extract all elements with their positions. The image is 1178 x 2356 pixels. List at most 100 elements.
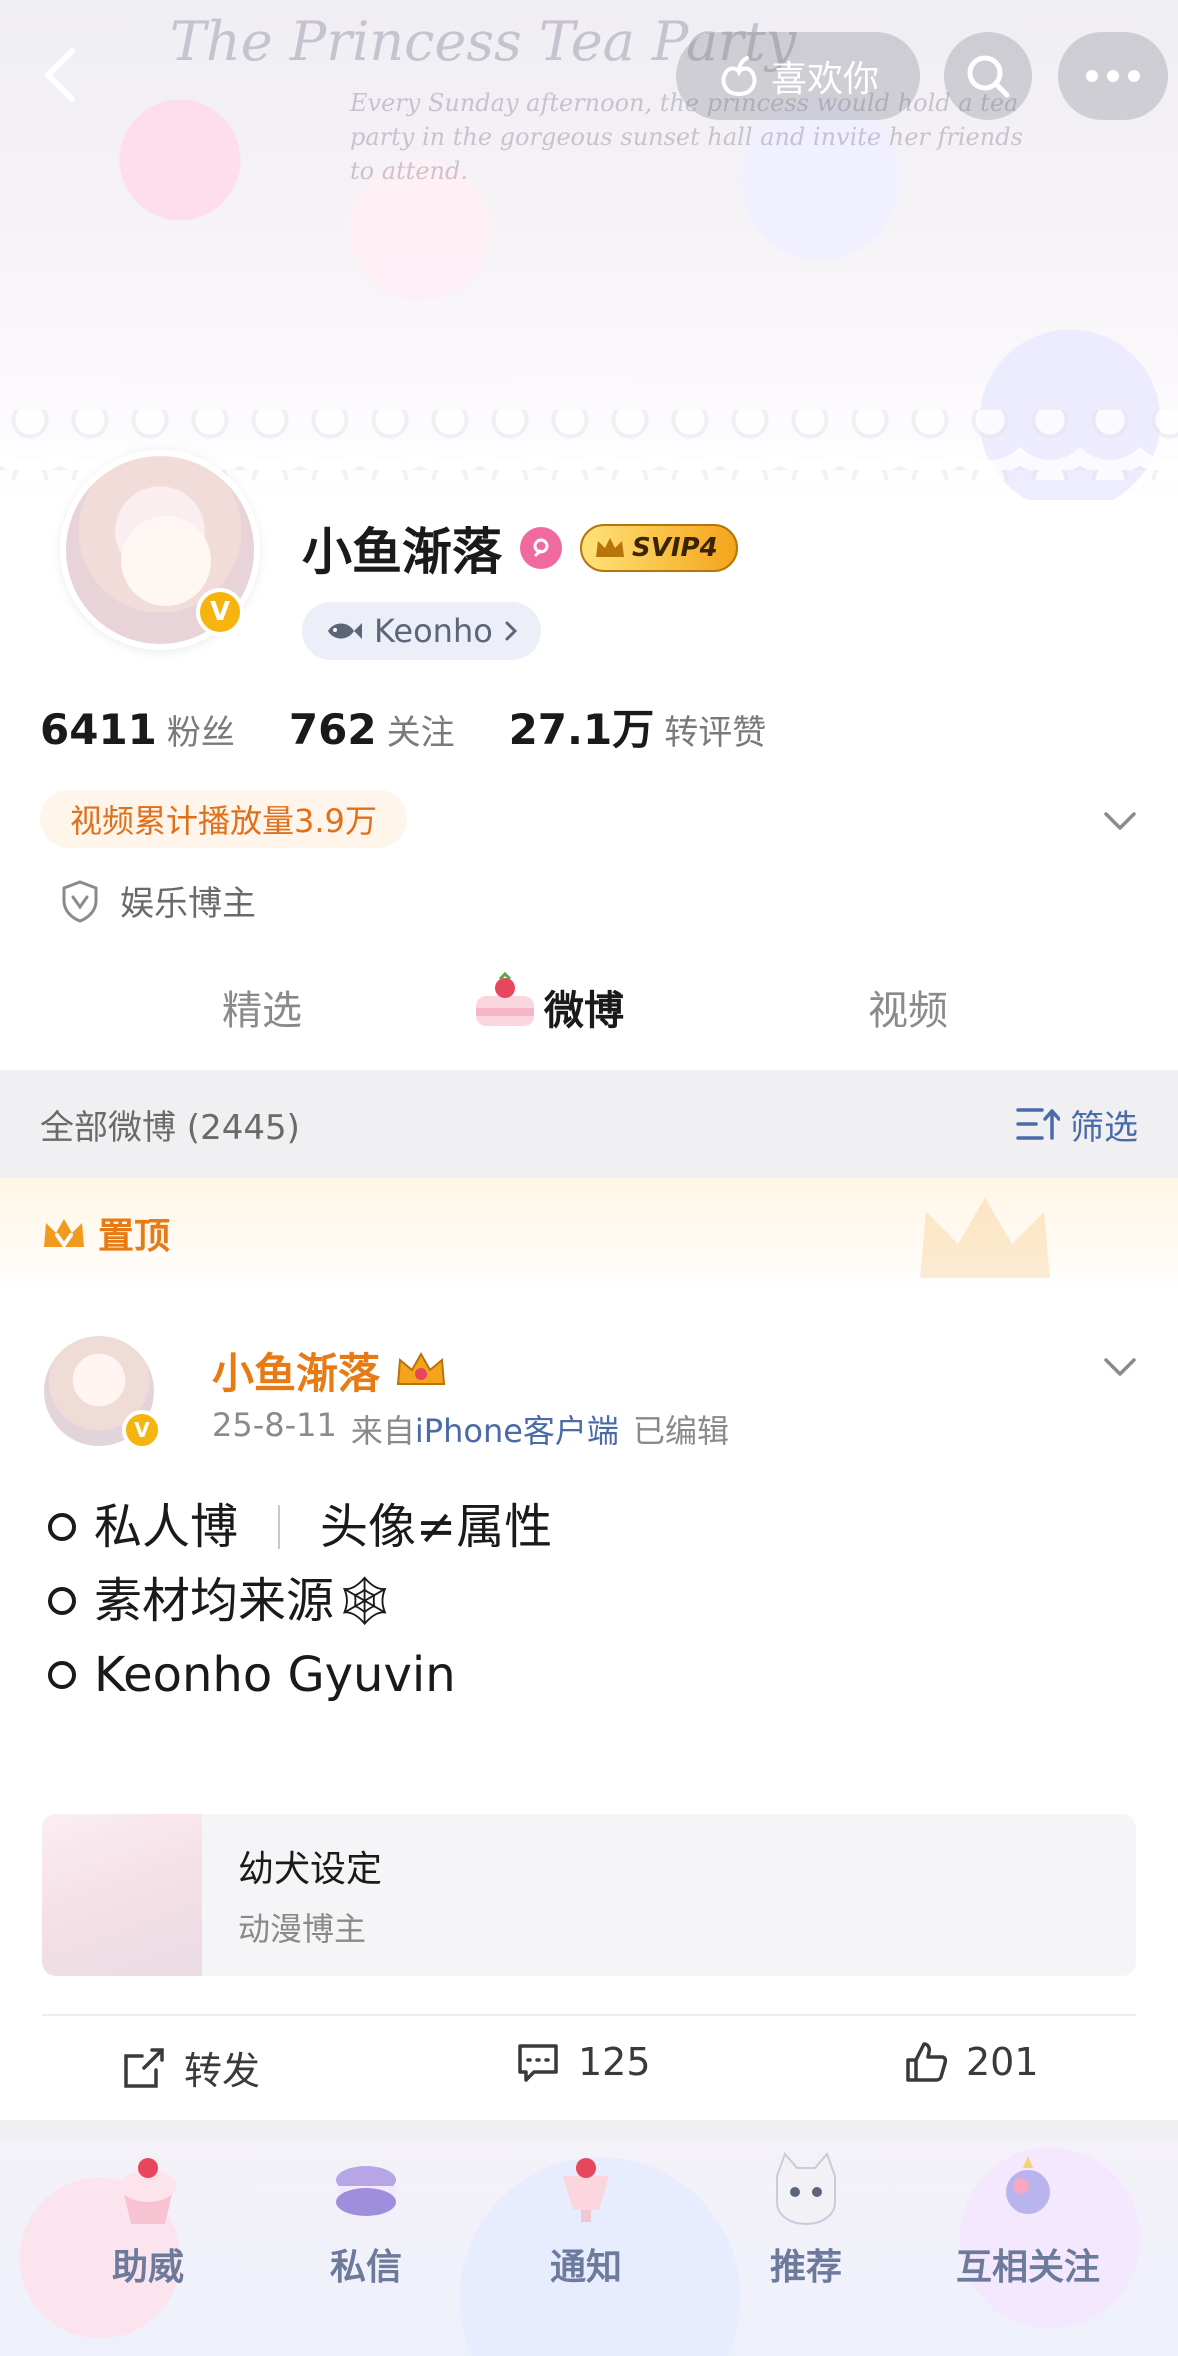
fan-tag-label: Keonho: [374, 612, 493, 650]
circle-bullet-icon: [48, 1661, 76, 1689]
nav-messages[interactable]: 私信: [266, 2146, 466, 2290]
comment-icon: [518, 2044, 558, 2082]
post-author-row: 小鱼渐落: [212, 1340, 448, 1401]
post-line: Keonho Gyuvin: [48, 1638, 552, 1712]
macaron-icon: [336, 2166, 396, 2216]
cake-icon: [476, 971, 534, 1026]
tab-featured[interactable]: 精选: [222, 978, 302, 1036]
post-body: 私人博 头像≠属性 素材均来源🕸 Keonho Gyuvin: [48, 1490, 552, 1712]
category-tag[interactable]: 娱乐博主: [60, 876, 256, 925]
nav-mutual-follow[interactable]: 互相关注: [928, 2146, 1128, 2290]
post-line-text: Keonho Gyuvin: [94, 1647, 456, 1703]
nav-label: 私信: [329, 2247, 402, 2288]
more-dots-icon: [1086, 70, 1140, 82]
verified-badge-icon: V: [196, 588, 244, 636]
card-title: 幼犬设定: [238, 1849, 383, 1890]
nav-label: 助威: [111, 2247, 184, 2288]
post-meta: 25-8-11 来自iPhone客户端 已编辑: [212, 1406, 729, 1452]
post-line-text-b: 头像≠属性: [320, 1499, 553, 1555]
profile-tabs: 精选 微博 视频: [0, 960, 1178, 1070]
post-line: 素材均来源🕸: [48, 1564, 552, 1638]
filter-label: 筛选: [1070, 1107, 1138, 1148]
fish-icon: [328, 623, 362, 639]
nav-cheer[interactable]: 助威: [48, 2146, 248, 2290]
back-button[interactable]: [30, 40, 90, 110]
card-thumbnail: [42, 1814, 202, 1976]
vip-crown-icon: [396, 1351, 446, 1385]
chevron-down-icon[interactable]: [1100, 1346, 1140, 1386]
comment-button[interactable]: 125: [516, 2040, 651, 2084]
chevron-right-icon: [505, 621, 517, 641]
circle-bullet-icon: [48, 1587, 76, 1615]
filter-icon: [1016, 1108, 1060, 1140]
stat-value: 6411: [40, 705, 157, 754]
like-button[interactable]: 201: [904, 2040, 1039, 2084]
nav-label: 互相关注: [955, 2247, 1100, 2288]
shield-icon: [62, 879, 98, 923]
chevron-down-icon[interactable]: [1100, 800, 1140, 840]
stat-label: 转评赞: [664, 713, 767, 753]
repost-button[interactable]: 转发: [122, 2040, 260, 2095]
stat-value: 27.1万: [508, 705, 655, 754]
stat-interactions[interactable]: 27.1万 转评赞: [509, 696, 767, 757]
filter-button[interactable]: 筛选: [1016, 1100, 1138, 1149]
card-subtitle: 动漫博主: [238, 1910, 367, 1948]
stat-label: 关注: [386, 713, 455, 753]
section-divider: [0, 2120, 1178, 2138]
fan-tag[interactable]: Keonho: [302, 602, 541, 660]
thumbs-up-icon: [906, 2042, 948, 2082]
like-you-button[interactable]: 喜欢你: [676, 32, 920, 120]
profile-name: 小鱼渐落: [302, 523, 502, 581]
like-count: 201: [966, 2040, 1039, 2084]
nav-label: 通知: [549, 2247, 622, 2288]
post-actions: 转发 125 201: [42, 2014, 1136, 2118]
category-label: 娱乐博主: [120, 884, 256, 924]
post-line-text: 私人博: [94, 1499, 239, 1555]
card-text: 幼犬设定 动漫博主: [202, 1840, 382, 1950]
linked-profile-card[interactable]: 幼犬设定 动漫博主: [42, 1814, 1136, 1976]
tab-weibo[interactable]: 微博: [544, 978, 624, 1036]
video-play-count: 视频累计播放量3.9万: [40, 790, 407, 848]
stat-followers[interactable]: 6411 粉丝: [40, 705, 235, 754]
verified-badge-icon: V: [122, 1410, 162, 1450]
repost-label: 转发: [184, 2049, 261, 2093]
nav-recommend[interactable]: 推荐: [706, 2146, 906, 2290]
profile-name-row: 小鱼渐落 SVIP4: [302, 512, 738, 584]
like-you-label: 喜欢你: [770, 59, 879, 100]
pinned-label: 置顶: [98, 1216, 171, 1257]
avatar-face: [121, 516, 211, 606]
post-edited: 已编辑: [632, 1412, 729, 1450]
share-icon: [124, 2047, 164, 2088]
bottom-nav: 助威 私信 通知 推荐 互相关注: [0, 2138, 1178, 2356]
all-posts-count[interactable]: 全部微博 (2445): [40, 1100, 300, 1149]
post-date: 25-8-11: [212, 1406, 337, 1444]
comment-count: 125: [578, 2040, 651, 2084]
crown-icon: [596, 538, 624, 557]
chevron-left-icon: [45, 48, 75, 102]
post-author[interactable]: 小鱼渐落: [212, 1340, 380, 1401]
post-source[interactable]: iPhone客户端: [415, 1412, 619, 1450]
more-button[interactable]: [1058, 32, 1168, 120]
female-icon: [520, 527, 562, 569]
tab-video[interactable]: 视频: [868, 978, 948, 1036]
divider: [278, 1505, 281, 1549]
post-line: 私人博 头像≠属性: [48, 1490, 552, 1564]
parfait-icon: [563, 2158, 609, 2222]
circle-bullet-icon: [48, 1513, 76, 1541]
post-from: 来自: [350, 1412, 415, 1450]
post-line-text: 素材均来源🕸: [94, 1573, 395, 1629]
peach-icon: [721, 56, 757, 97]
crown-icon: [44, 1219, 84, 1249]
filter-bar: 全部微博 (2445) 筛选: [0, 1070, 1178, 1178]
candy-icon: [1006, 2156, 1050, 2214]
svip-badge[interactable]: SVIP4: [580, 524, 738, 572]
search-icon: [967, 55, 1010, 98]
nav-notifications[interactable]: 通知: [486, 2146, 686, 2290]
stat-value: 762: [288, 705, 377, 754]
stat-label: 粉丝: [166, 713, 235, 753]
stat-following[interactable]: 762 关注: [289, 705, 455, 754]
nav-label: 推荐: [769, 2247, 842, 2288]
search-button[interactable]: [944, 32, 1032, 120]
profile-stats: 6411 粉丝 762 关注 27.1万 转评赞: [40, 696, 820, 757]
cupcake-icon: [120, 2158, 176, 2224]
